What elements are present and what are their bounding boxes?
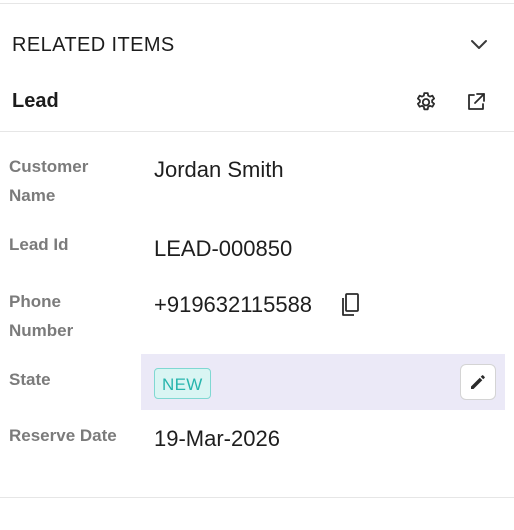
open-external-button[interactable]	[462, 88, 490, 116]
related-items-header[interactable]: RELATED ITEMS	[0, 20, 514, 72]
phone-number-value: +919632115588	[154, 292, 313, 317]
reserve-date-label: Reserve Date	[9, 426, 117, 445]
section-title: RELATED ITEMS	[12, 34, 175, 56]
phone-number-label: Phone Number	[9, 292, 74, 340]
copy-icon	[342, 293, 359, 316]
customer-name-label: Customer Name	[9, 157, 89, 205]
customer-name-value: Jordan Smith	[154, 157, 284, 182]
settings-button[interactable]	[412, 88, 440, 116]
lead-id-value: LEAD-000850	[154, 236, 293, 261]
lead-card-header: Lead	[0, 80, 514, 126]
edit-state-button[interactable]	[460, 364, 496, 400]
bottom-divider	[0, 497, 514, 498]
state-badge: NEW	[154, 368, 211, 399]
top-divider	[0, 3, 514, 4]
copy-phone-button[interactable]	[338, 291, 362, 319]
collapse-toggle-button[interactable]	[466, 32, 492, 58]
state-label: State	[9, 370, 51, 389]
card-title: Lead	[12, 90, 59, 112]
external-link-icon	[468, 93, 485, 110]
reserve-date-value: 19-Mar-2026	[154, 426, 280, 451]
pencil-icon	[471, 375, 485, 389]
chevron-down-icon	[471, 40, 487, 49]
header-divider	[0, 131, 514, 132]
lead-id-label: Lead Id	[9, 235, 69, 254]
gear-icon	[417, 92, 435, 111]
